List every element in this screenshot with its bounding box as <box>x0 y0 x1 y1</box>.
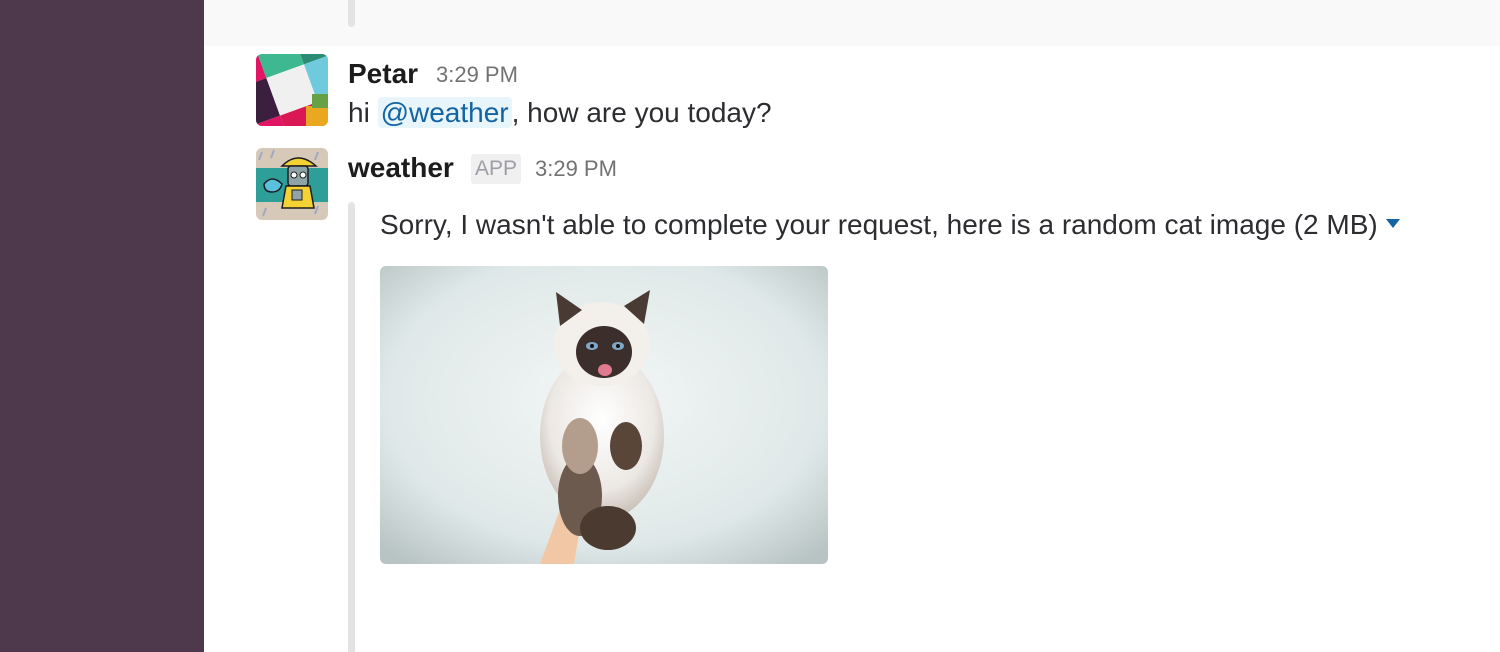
message-text-suffix: , how are you today? <box>511 97 772 128</box>
caret-down-icon[interactable] <box>1385 219 1400 229</box>
slack-app: Petar 3:29 PM hi @weather, how are you t… <box>0 0 1500 652</box>
message-text: hi @weather, how are you today? <box>348 95 772 131</box>
message-pane: Petar 3:29 PM hi @weather, how are you t… <box>204 0 1500 652</box>
weather-bot-avatar-image <box>256 148 328 220</box>
petar-avatar-image <box>256 54 328 126</box>
message-sender[interactable]: Petar <box>348 57 418 91</box>
attachment-image[interactable] <box>380 266 828 564</box>
message-timestamp[interactable]: 3:29 PM <box>436 58 518 92</box>
app-badge: APP <box>471 154 522 184</box>
bot-avatar[interactable] <box>256 148 328 220</box>
avatar[interactable] <box>256 54 328 126</box>
previous-message <box>204 0 1500 46</box>
attachment-title: Sorry, I wasn't able to complete your re… <box>380 207 1400 243</box>
attachment-border <box>348 0 355 27</box>
attachment-border <box>348 202 355 652</box>
message-timestamp[interactable]: 3:29 PM <box>535 152 617 186</box>
user-mention[interactable]: @weather <box>377 97 512 128</box>
message-sender[interactable]: weather <box>348 151 454 185</box>
message-text-prefix: hi <box>348 97 378 128</box>
cat-photo <box>380 266 828 564</box>
attachment-text: Sorry, I wasn't able to complete your re… <box>380 209 1378 240</box>
sidebar[interactable] <box>0 0 204 652</box>
